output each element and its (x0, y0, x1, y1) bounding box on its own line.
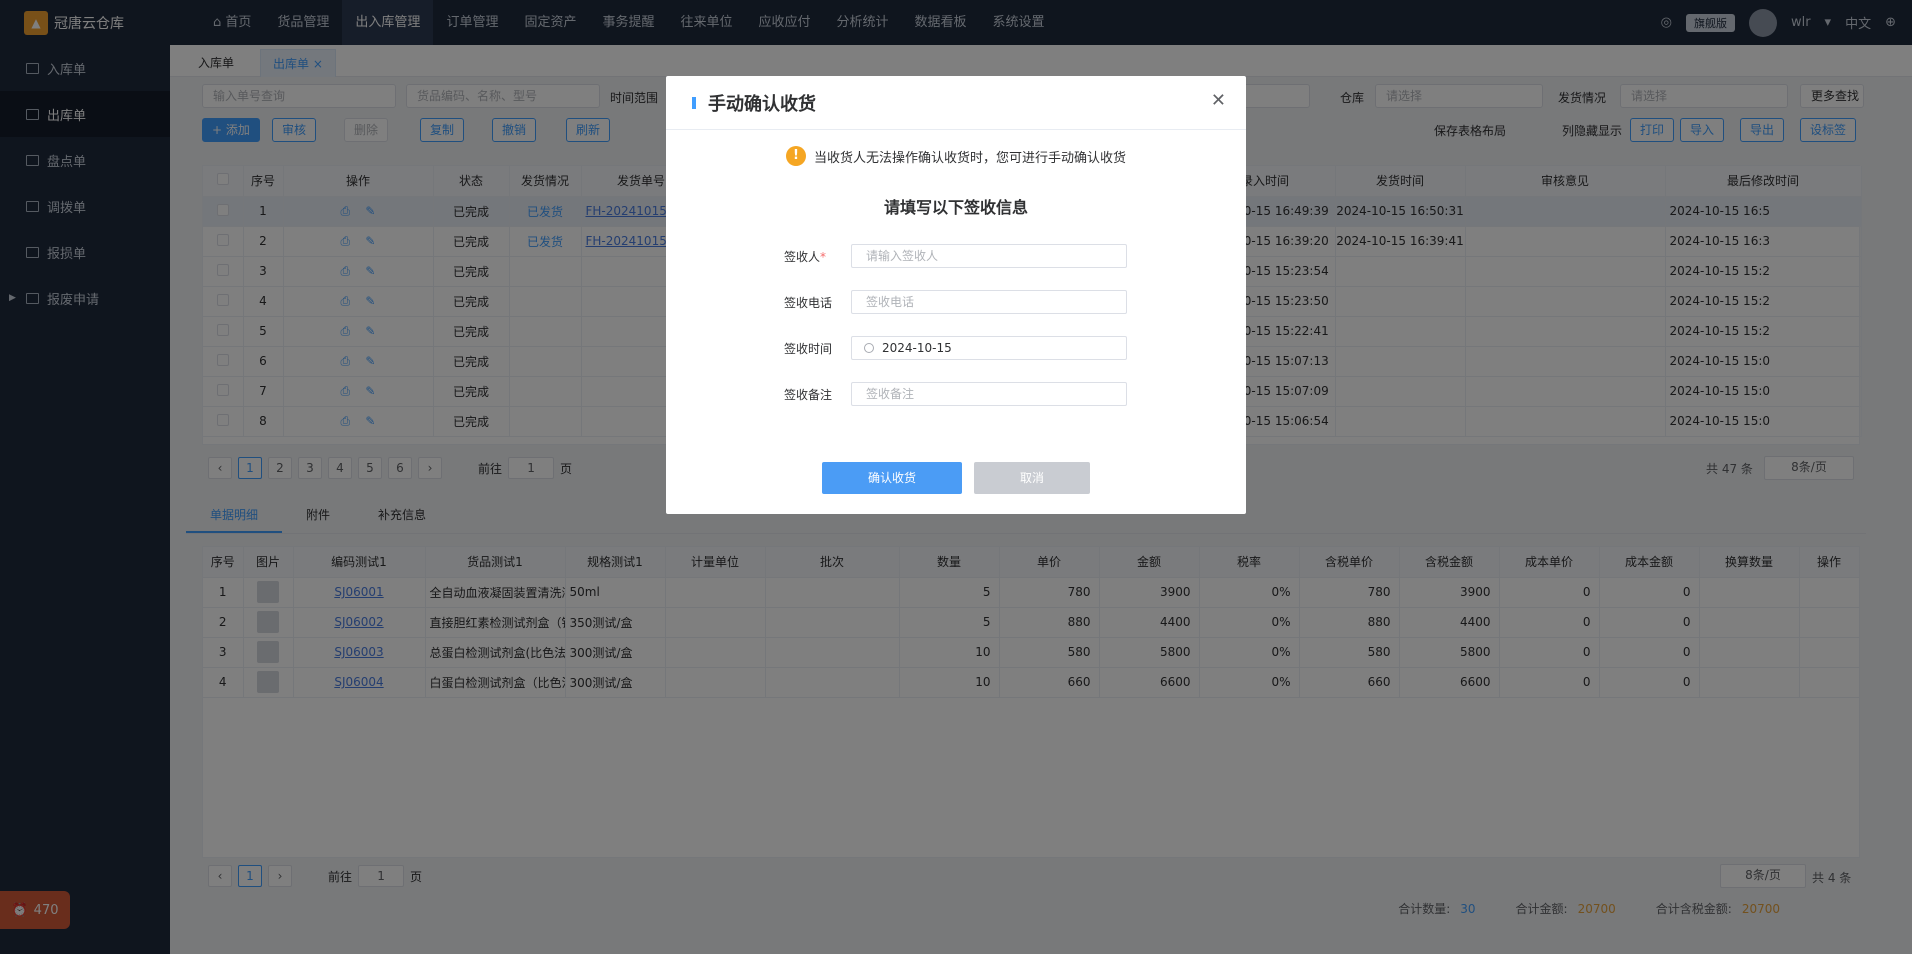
form-subtitle: 请填写以下签收信息 (883, 198, 1028, 217)
confirm-receipt-dialog: 手动确认收货 ✕ ! 当收货人无法操作确认收货时，您可进行手动确认收货 请填写以… (666, 76, 1246, 514)
signer-input[interactable]: 请输入签收人 (851, 244, 1127, 268)
dialog-title: 手动确认收货 (708, 93, 816, 115)
sign-time-input[interactable]: 2024-10-15 (851, 336, 1127, 360)
close-icon[interactable]: ✕ (1211, 90, 1226, 111)
phone-label: 签收电话 (784, 296, 833, 310)
warning-icon: ! (785, 146, 806, 166)
warning-message: ! 当收货人无法操作确认收货时，您可进行手动确认收货 (666, 146, 1246, 166)
clock-icon (864, 343, 874, 353)
remark-label: 签收备注 (784, 388, 833, 402)
title-accent (692, 96, 696, 109)
signer-label: 签收人* (784, 250, 827, 264)
phone-row: 签收电话 签收电话 (666, 290, 1246, 314)
warning-text: 当收货人无法操作确认收货时，您可进行手动确认收货 (813, 150, 1126, 166)
dialog-header: 手动确认收货 ✕ (666, 76, 1246, 130)
app-root: ▲ 冠唐云仓库 入库单 出库单 盘点单 调拨单 报损单 ▶报废申请 ⏰ 470 … (0, 0, 1912, 954)
remark-row: 签收备注 签收备注 (666, 382, 1246, 406)
confirm-receipt-button[interactable]: 确认收货 (822, 462, 962, 494)
sign-time-label: 签收时间 (784, 342, 833, 356)
cancel-button[interactable]: 取消 (974, 462, 1090, 494)
sign-time-row: 签收时间 2024-10-15 (666, 336, 1246, 360)
remark-input[interactable]: 签收备注 (851, 382, 1127, 406)
phone-input[interactable]: 签收电话 (851, 290, 1127, 314)
signer-row: 签收人* 请输入签收人 (666, 244, 1246, 268)
